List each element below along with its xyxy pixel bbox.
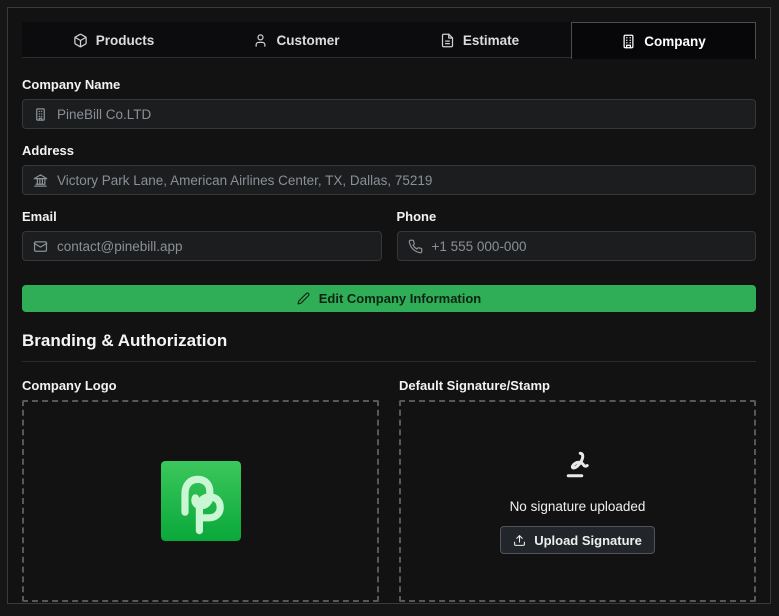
email-label: Email bbox=[22, 209, 57, 224]
tab-estimate[interactable]: Estimate bbox=[388, 22, 571, 58]
building-small-icon bbox=[36, 107, 45, 121]
signature-group: Default Signature/Stamp No signature upl… bbox=[399, 378, 756, 602]
tab-customer[interactable]: Customer bbox=[205, 22, 388, 58]
signature-dropzone[interactable]: No signature uploaded Upload Signature bbox=[399, 400, 756, 602]
address-field-group: Address bbox=[22, 143, 756, 195]
company-name-input[interactable] bbox=[57, 106, 745, 122]
no-signature-text: No signature uploaded bbox=[509, 499, 646, 514]
tab-label: Products bbox=[95, 32, 155, 48]
company-name-inputbox bbox=[22, 99, 756, 129]
company-name-label: Company Name bbox=[22, 77, 121, 92]
tab-label: Company bbox=[644, 33, 706, 49]
phone-field-group: Phone bbox=[396, 209, 756, 261]
signature-icon bbox=[560, 448, 596, 489]
mail-icon bbox=[33, 240, 48, 252]
upload-signature-button[interactable]: Upload Signature bbox=[500, 526, 655, 554]
tab-label: Estimate bbox=[462, 32, 520, 48]
tab-label: Customer bbox=[276, 32, 340, 48]
pencil-icon bbox=[297, 292, 310, 305]
company-name-field-group: Company Name bbox=[22, 77, 756, 129]
section-divider bbox=[22, 361, 756, 362]
upload-icon bbox=[514, 534, 526, 546]
file-text-icon bbox=[441, 33, 453, 47]
tab-company[interactable]: Company bbox=[571, 22, 756, 59]
upload-button-label: Upload Signature bbox=[534, 532, 642, 548]
phone-inputbox bbox=[396, 231, 756, 261]
email-input[interactable] bbox=[57, 238, 371, 254]
address-input[interactable] bbox=[57, 172, 745, 188]
company-logo-group: Company Logo bbox=[22, 378, 379, 602]
phone-input[interactable] bbox=[431, 238, 745, 254]
tab-bar: Products Customer Estimate Company bbox=[22, 22, 756, 59]
email-field-group: Email bbox=[22, 209, 382, 261]
edit-company-information-button[interactable]: Edit Company Information bbox=[22, 285, 756, 312]
email-inputbox bbox=[22, 231, 382, 261]
package-icon bbox=[73, 33, 87, 47]
company-logo-dropzone[interactable] bbox=[22, 400, 379, 602]
phone-icon bbox=[408, 239, 422, 253]
company-settings-panel: Products Customer Estimate Company Compa… bbox=[7, 7, 771, 604]
company-logo-label: Company Logo bbox=[22, 378, 117, 393]
pinebill-logo bbox=[160, 461, 241, 541]
phone-label: Phone bbox=[396, 209, 437, 224]
address-inputbox bbox=[22, 165, 756, 195]
address-label: Address bbox=[22, 143, 75, 158]
signature-label: Default Signature/Stamp bbox=[399, 378, 550, 393]
tab-products[interactable]: Products bbox=[22, 22, 205, 58]
edit-button-label: Edit Company Information bbox=[318, 291, 482, 306]
building-icon bbox=[623, 34, 634, 48]
landmark-icon bbox=[33, 173, 48, 187]
branding-section-title: Branding & Authorization bbox=[22, 331, 228, 350]
user-icon bbox=[255, 33, 266, 47]
